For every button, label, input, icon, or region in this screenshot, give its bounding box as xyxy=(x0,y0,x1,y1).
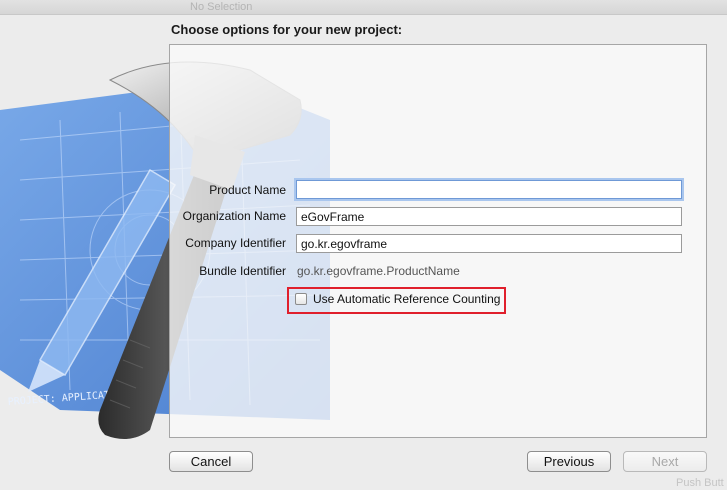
organization-name-label: Organization Name xyxy=(182,209,286,223)
organization-name-input[interactable] xyxy=(296,207,682,226)
background-corner-text: Push Butt xyxy=(676,477,724,489)
dialog-title: Choose options for your new project: xyxy=(171,22,403,37)
company-identifier-label: Company Identifier xyxy=(185,236,286,250)
previous-button[interactable]: Previous xyxy=(527,451,611,472)
background-title: No Selection xyxy=(190,1,253,13)
company-identifier-input[interactable] xyxy=(296,234,682,253)
arc-checkbox[interactable] xyxy=(295,293,307,305)
background-toolbar: No Selection xyxy=(0,0,727,15)
arc-checkbox-label[interactable]: Use Automatic Reference Counting xyxy=(313,292,500,306)
next-button[interactable]: Next xyxy=(623,451,707,472)
bundle-identifier-label: Bundle Identifier xyxy=(199,264,286,278)
product-name-input[interactable] xyxy=(296,180,682,199)
bundle-identifier-value: go.kr.egovframe.ProductName xyxy=(297,264,460,278)
cancel-button[interactable]: Cancel xyxy=(169,451,253,472)
product-name-label: Product Name xyxy=(209,183,286,197)
